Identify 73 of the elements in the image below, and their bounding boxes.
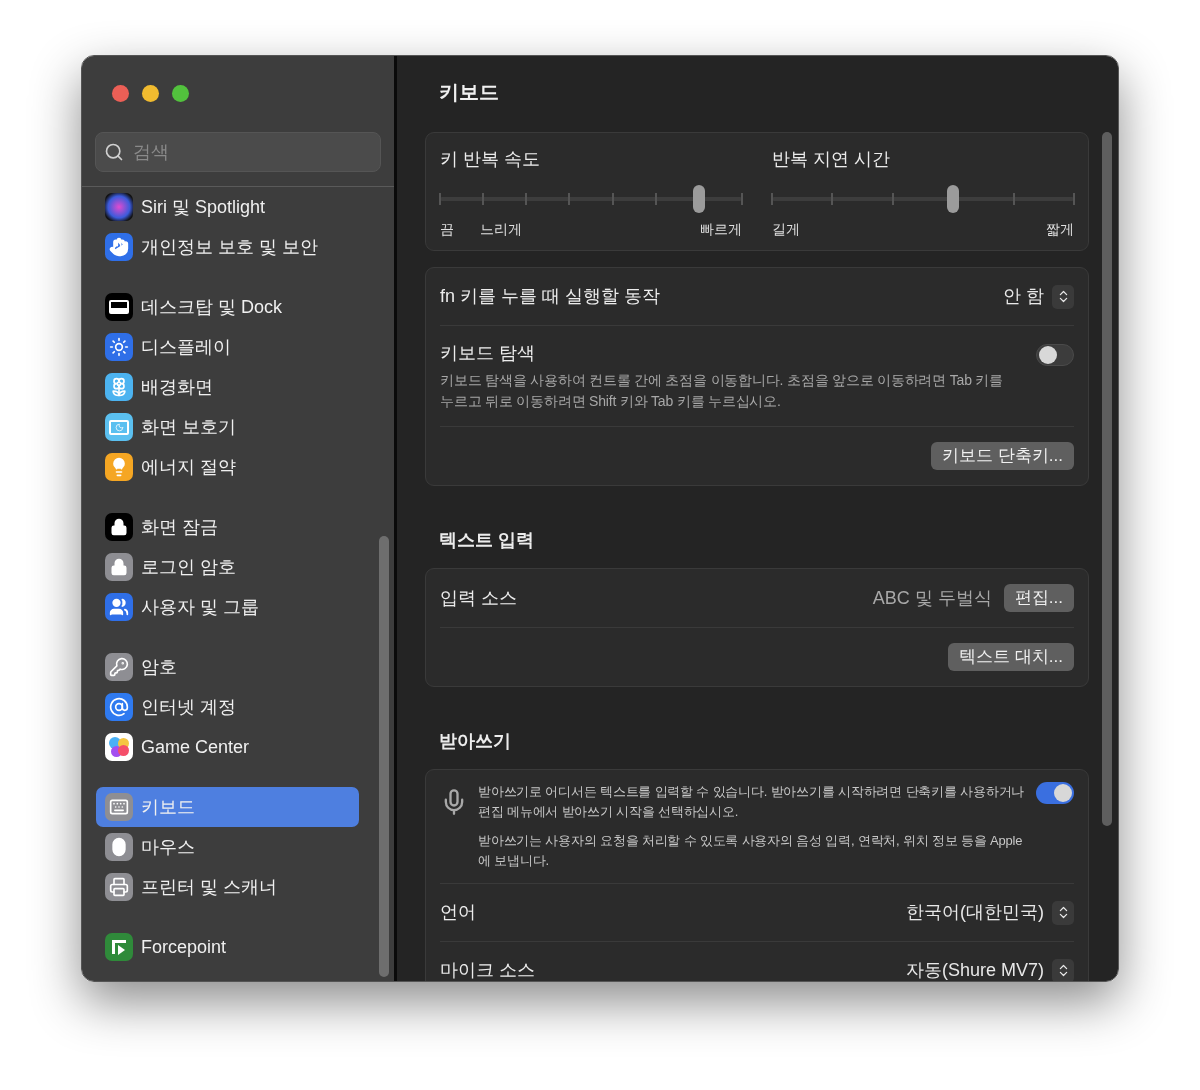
slider-title: 반복 지연 시간: [772, 148, 891, 171]
sidebar-item[interactable]: 인터넷 계정: [96, 687, 359, 727]
sidebar-item[interactable]: 배경화면: [96, 367, 359, 407]
scale-label: 빠르게: [700, 220, 742, 239]
scrollbar[interactable]: [379, 536, 389, 977]
sidebar-item[interactable]: 사용자 및 그룹: [96, 587, 359, 627]
sidebar-item[interactable]: 암호: [96, 647, 359, 687]
moon-screen-icon: [105, 413, 133, 441]
toggle-switch[interactable]: [1036, 782, 1074, 804]
key-icon: [105, 653, 133, 681]
printer-icon: [105, 873, 133, 901]
sidebar-item[interactable]: 프린터 및 스캐너: [96, 867, 359, 907]
lightbulb-icon: [105, 453, 133, 481]
row-description: 키보드 탐색을 사용하여 컨트롤 간에 초점을 이동합니다. 초점을 앞으로 이동하려면 Tab 키를 누르고 뒤로 이동하려면 Shift 키와 Tab 키를 누르십시오.: [440, 371, 1005, 411]
sidebar-item[interactable]: 화면 잠금: [96, 507, 359, 547]
zoom-button[interactable]: [172, 85, 189, 102]
popup-button[interactable]: 한국어(대한민국): [906, 899, 1074, 926]
push-button[interactable]: 키보드 단축키...: [931, 442, 1074, 470]
at-sign-icon: [105, 693, 133, 721]
scale-label: 짧게: [1046, 220, 1074, 239]
row-label: 마이크 소스: [440, 959, 535, 981]
sidebar-item[interactable]: 에너지 절약: [96, 447, 359, 487]
dictation-description: 받아쓰기로 어디서든 텍스트를 입력할 수 있습니다. 받아쓰기를 시작하려면 단축키를 사용하거나 편집 메뉴에서 받아쓰기 시작을 선택하십시오.: [478, 783, 1026, 821]
lock-icon: [105, 513, 133, 541]
row-value: ABC 및 두벌식: [872, 586, 992, 610]
sidebar-item[interactable]: 데스크탑 및 Dock: [96, 287, 359, 327]
search-icon: [104, 142, 124, 162]
scale-label: 느리게: [480, 220, 522, 239]
play-corner-icon: [105, 933, 133, 961]
section-heading: 텍스트 입력: [439, 529, 534, 552]
sidebar-item[interactable]: Forcepoint: [96, 927, 359, 967]
push-button[interactable]: 편집...: [1003, 584, 1074, 612]
sidebar-item[interactable]: 디스플레이: [96, 327, 359, 367]
scale-label: 길게: [772, 220, 800, 239]
sidebar-item[interactable]: Game Center: [96, 727, 359, 767]
hand-icon: [105, 233, 133, 261]
section-heading: 받아쓰기: [439, 730, 511, 753]
toggle-switch[interactable]: [1036, 344, 1074, 366]
sidebar-item[interactable]: Siri 및 Spotlight: [96, 187, 359, 227]
minimize-button[interactable]: [142, 85, 159, 102]
scrollbar[interactable]: [1102, 132, 1112, 826]
slider-title: 키 반복 속도: [440, 148, 541, 171]
row-label: fn 키를 누를 때 실행할 동작: [440, 285, 661, 308]
window-title: 키보드: [439, 80, 499, 105]
dock-icon: [105, 293, 133, 321]
bubbles-icon: [105, 733, 133, 761]
popup-button[interactable]: 안 함: [1003, 283, 1074, 310]
row-label: 키보드 탐색: [440, 342, 536, 365]
sidebar-item[interactable]: 화면 보호기: [96, 407, 359, 447]
keyboard-icon: [105, 793, 133, 821]
users-icon: [105, 593, 133, 621]
row-label: 언어: [440, 901, 476, 924]
close-button[interactable]: [112, 85, 129, 102]
slider-track[interactable]: [440, 185, 742, 213]
sun-icon: [105, 333, 133, 361]
lock-icon: [105, 553, 133, 581]
slider-thumb[interactable]: [947, 185, 960, 213]
search-field[interactable]: 검색: [95, 132, 381, 172]
stepper-icon: [1052, 284, 1074, 309]
dictation-description: 받아쓰기는 사용자의 요청을 처리할 수 있도록 사용자의 음성 입력, 연락처, 위치 정보 등을 Apple에 보냅니다.: [478, 832, 1024, 870]
popup-button[interactable]: 자동(Shure MV7): [905, 957, 1074, 981]
mouse-icon: [105, 833, 133, 861]
scale-label: 끔: [440, 220, 454, 239]
slider-track[interactable]: [772, 185, 1074, 213]
sidebar-item[interactable]: 개인정보 보호 및 보안: [96, 227, 359, 267]
orb-icon: [105, 193, 133, 221]
sidebar-item[interactable]: 로그인 암호: [96, 547, 359, 587]
stepper-icon: [1052, 900, 1074, 925]
push-button[interactable]: 텍스트 대치...: [948, 643, 1074, 671]
row-label: 입력 소스: [440, 586, 517, 610]
slider-thumb[interactable]: [692, 185, 705, 213]
sidebar-item[interactable]: 마우스: [96, 827, 359, 867]
flower-icon: [105, 373, 133, 401]
